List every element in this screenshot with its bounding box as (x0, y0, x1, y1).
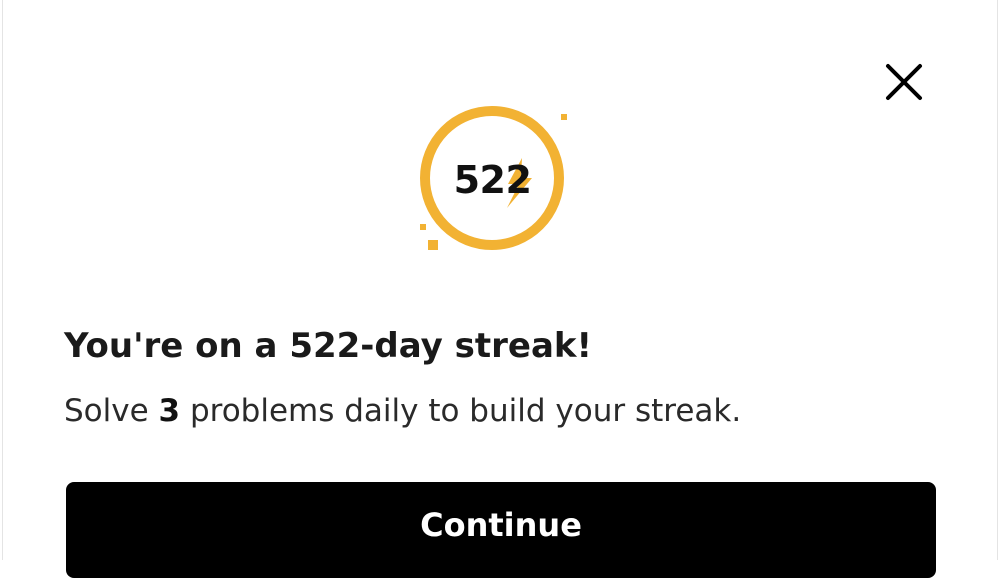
close-button[interactable] (882, 60, 926, 104)
continue-button-label: Continue (420, 506, 582, 544)
streak-badge: 522 (410, 100, 590, 260)
page-title: You're on a 522-day streak! (64, 326, 593, 366)
streak-count: 522 (453, 158, 532, 202)
frame-right-edge (997, 0, 998, 560)
description-prefix: Solve (64, 393, 159, 429)
description-suffix: problems daily to build your streak. (180, 393, 742, 429)
sparkle-square (420, 224, 426, 230)
streak-description: Solve 3 problems daily to build your str… (64, 393, 741, 429)
sparkle-square (428, 240, 438, 250)
continue-button[interactable]: Continue (66, 482, 936, 578)
sparkle-square (561, 114, 567, 120)
frame-left-edge (2, 0, 3, 560)
daily-problem-count: 3 (158, 393, 181, 429)
close-icon (886, 64, 922, 100)
